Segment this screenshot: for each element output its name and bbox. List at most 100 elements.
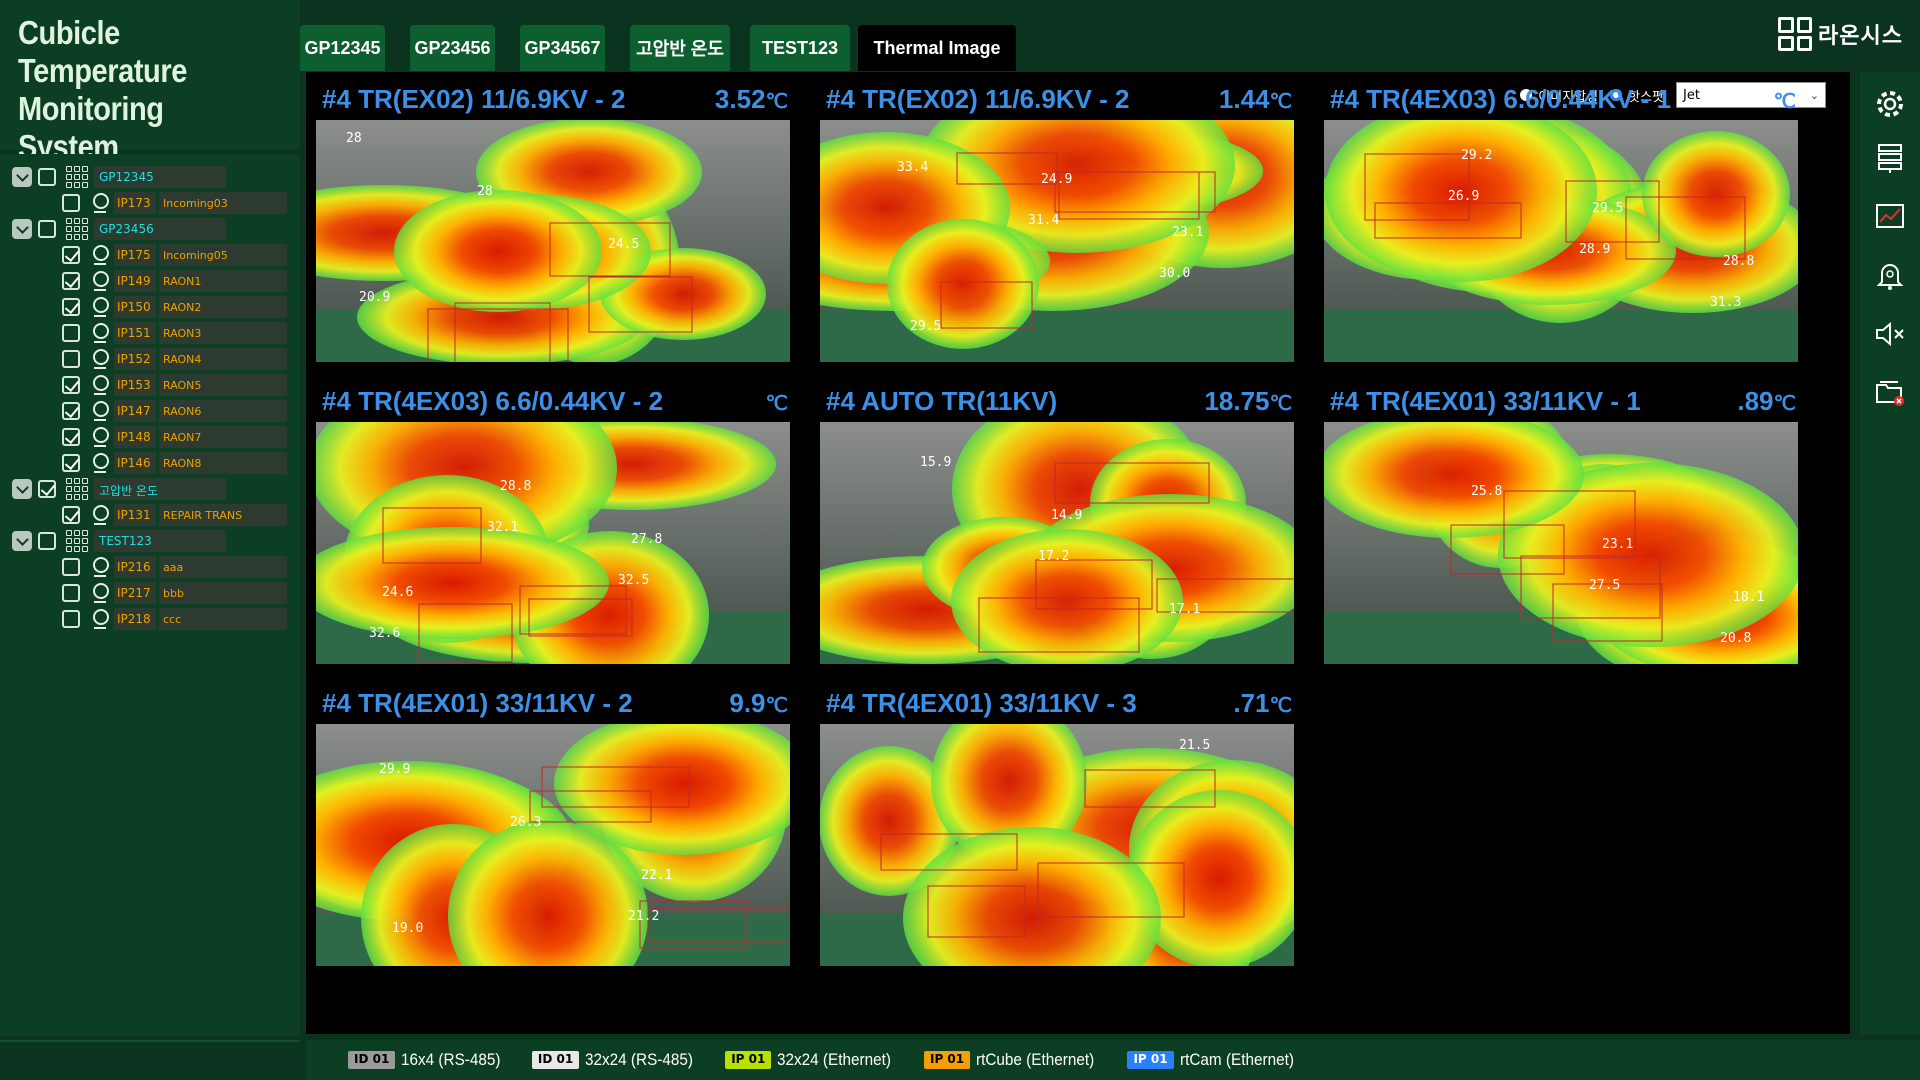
device-id: IP151: [114, 322, 156, 344]
chevron-down-icon: ⌄: [1809, 88, 1819, 102]
thermal-image[interactable]: 28 28 24.5 20.9: [316, 120, 790, 362]
device-name: RAON5: [159, 374, 287, 396]
tree-group[interactable]: GP23456: [0, 216, 300, 242]
item-checkbox[interactable]: [62, 610, 80, 628]
logo-text: 라온시스: [1818, 24, 1903, 49]
right-toolbar: [1860, 72, 1920, 1034]
panel-device-name: #4 TR(4EX03) 6.6/0.44KV - 2: [322, 386, 664, 416]
item-checkbox[interactable]: [62, 402, 80, 420]
thermal-panel[interactable]: #4 TR(4EX01) 33/11KV - 1.8927.520.825.82…: [1324, 386, 1798, 666]
thermal-image[interactable]: 26.9 28.9 31.3 29.2 29.5 28.8: [1324, 120, 1798, 362]
legend-text: 16x4 (RS-485): [401, 1050, 501, 1069]
thermal-image[interactable]: 21.5: [820, 724, 1294, 966]
folder-error-icon[interactable]: [1870, 372, 1910, 412]
item-checkbox[interactable]: [62, 298, 80, 316]
thermal-panel[interactable]: #4 TR(EX02) 11/6.9KV - 2 3.52 28 28 24.5 20.9: [316, 84, 790, 364]
thermal-panel[interactable]: #4 TR(4EX03) 6.6/0.44KV - 2 32.1 32.5 32.6 2…: [316, 386, 790, 666]
tab-gp12345[interactable]: GP12345: [300, 25, 385, 71]
chart-icon[interactable]: [1870, 197, 1910, 237]
tree-item[interactable]: IP148 RAON7: [0, 424, 300, 450]
item-checkbox[interactable]: [62, 584, 80, 602]
tree-item[interactable]: IP151 RAON3: [0, 320, 300, 346]
camera-icon: [92, 453, 109, 473]
thermal-panel[interactable]: #4 AUTO TR(11KV) 18.75 17.2 17.1 15.9 14.9: [820, 386, 1294, 666]
temperature-point-label: 28: [477, 184, 493, 199]
camera-icon: [92, 609, 109, 629]
item-checkbox[interactable]: [62, 350, 80, 368]
tab-gp34567[interactable]: GP34567: [520, 25, 605, 71]
group-label: GP12345: [94, 166, 226, 188]
device-id: IP175: [114, 244, 156, 266]
temperature-point-label: 17.1: [1169, 602, 1200, 617]
thermal-image-view: 이미지합성 핫스팟 Jet ⌄ #4 TR(EX02) 11/6.9KV - 2…: [306, 72, 1850, 1034]
tree-item[interactable]: IP218 ccc: [0, 606, 300, 632]
tab-bar: GP12345 GP23456 GP34567 고압반 온도 TEST123 T…: [300, 0, 1920, 72]
tree-item[interactable]: IP216 aaa: [0, 554, 300, 580]
panel-title: #4 AUTO TR(11KV) 18.75: [826, 386, 1292, 420]
thermal-image[interactable]: 32.1 32.5 32.6 28.8 27.8 24.6: [316, 422, 790, 664]
gear-icon[interactable]: [1870, 84, 1910, 124]
temperature-point-label: 15.9: [920, 455, 951, 470]
tree-item[interactable]: IP153 RAON5: [0, 372, 300, 398]
group-checkbox[interactable]: [38, 220, 56, 238]
tree-item[interactable]: IP173 Incoming03: [0, 190, 300, 216]
tab-high-voltage-temp[interactable]: 고압반 온도: [630, 25, 730, 71]
device-name: Incoming05: [159, 244, 287, 266]
tree-group[interactable]: 고압반 온도: [0, 476, 300, 502]
tab-test123[interactable]: TEST123: [750, 25, 850, 71]
item-checkbox[interactable]: [62, 428, 80, 446]
tree-item[interactable]: IP150 RAON2: [0, 294, 300, 320]
tree-group[interactable]: GP12345: [0, 164, 300, 190]
device-id: IP147: [114, 400, 156, 422]
thermal-image[interactable]: 17.2 17.1 15.9 14.9: [820, 422, 1294, 664]
speaker-mute-icon[interactable]: [1870, 314, 1910, 354]
group-checkbox[interactable]: [38, 168, 56, 186]
tree-item[interactable]: IP149 RAON1: [0, 268, 300, 294]
thermal-image[interactable]: 21.2 29.9 26.3 22.1 19.0: [316, 724, 790, 966]
temperature-point-label: 17.2: [1038, 549, 1069, 564]
item-checkbox[interactable]: [62, 558, 80, 576]
device-id: IP152: [114, 348, 156, 370]
chevron-down-icon[interactable]: [12, 531, 32, 551]
group-checkbox[interactable]: [38, 532, 56, 550]
item-checkbox[interactable]: [62, 272, 80, 290]
thermal-image[interactable]: 27.5 20.8 25.8 23.1 18.1: [1324, 422, 1798, 664]
item-checkbox[interactable]: [62, 376, 80, 394]
item-checkbox[interactable]: [62, 246, 80, 264]
group-checkbox[interactable]: [38, 480, 56, 498]
tree-item[interactable]: IP152 RAON4: [0, 346, 300, 372]
thermal-image[interactable]: 33.4 31.4 30.0 29.5 24.9 23.1: [820, 120, 1294, 362]
device-id: IP216: [114, 556, 156, 578]
chevron-down-icon[interactable]: [12, 167, 32, 187]
panel-max-temp: [1774, 84, 1796, 118]
thermal-panel[interactable]: #4 TR(4EX01) 33/11KV - 29.921.229.926.32…: [316, 688, 790, 968]
temperature-point-label: 29.5: [1592, 201, 1623, 216]
item-checkbox[interactable]: [62, 454, 80, 472]
tree-item[interactable]: IP146 RAON8: [0, 450, 300, 476]
panel-max-temp: .71: [1233, 688, 1292, 722]
thermal-panel[interactable]: #4 TR(4EX03) 6.6/0.44KV - 126.928.931.32…: [1324, 84, 1798, 364]
item-checkbox[interactable]: [62, 324, 80, 342]
legend-badge: IP 01: [1127, 1051, 1174, 1069]
thermal-panel[interactable]: #4 TR(4EX01) 33/11KV - 3 .71 21.5: [820, 688, 1294, 968]
item-checkbox[interactable]: [62, 194, 80, 212]
tab-thermal-image[interactable]: Thermal Image: [858, 25, 1016, 71]
tab-gp23456[interactable]: GP23456: [410, 25, 495, 71]
alarm-bell-icon[interactable]: [1870, 255, 1910, 295]
device-tree: GP12345 IP173 Incoming03 GP23456 IP175 Incomi…: [0, 154, 300, 1036]
temperature-point-label: 20.8: [1720, 631, 1751, 646]
tree-item[interactable]: IP217 bbb: [0, 580, 300, 606]
server-icon[interactable]: [1870, 138, 1910, 178]
tree-item[interactable]: IP131 REPAIR TRANS: [0, 502, 300, 528]
temperature-point-label: 24.5: [608, 237, 639, 252]
device-id: IP153: [114, 374, 156, 396]
panel-device-name: #4 TR(4EX01) 33/11KV - 1: [1330, 386, 1641, 416]
tree-item[interactable]: IP147 RAON6: [0, 398, 300, 424]
tree-group[interactable]: TEST123: [0, 528, 300, 554]
item-checkbox[interactable]: [62, 506, 80, 524]
group-label: GP23456: [94, 218, 226, 240]
chevron-down-icon[interactable]: [12, 219, 32, 239]
thermal-panel[interactable]: #4 TR(EX02) 11/6.9KV - 2 1.44 33.4 31.4 30.0…: [820, 84, 1294, 364]
chevron-down-icon[interactable]: [12, 479, 32, 499]
tree-item[interactable]: IP175 Incoming05: [0, 242, 300, 268]
